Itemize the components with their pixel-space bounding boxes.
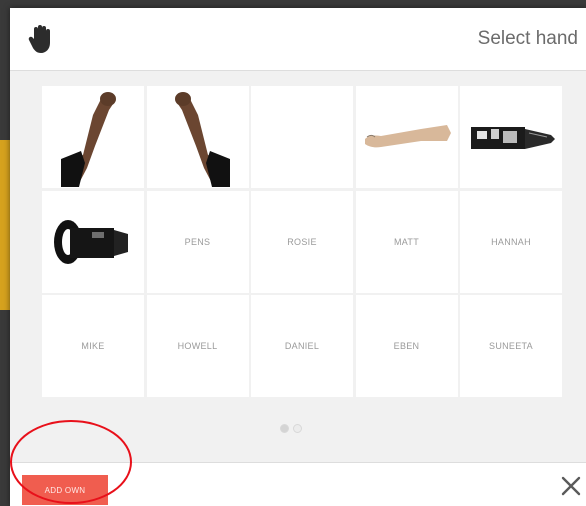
hand-label: ROSIE [287,236,317,247]
hand-cell-rosie[interactable]: ROSIE [251,190,353,293]
pager-dot-2[interactable] [293,424,302,433]
hand-cell-daniel[interactable]: DANIEL [251,295,353,397]
select-hand-modal: Select hand PENS ROSIE MATT HANNAH MIKE … [10,8,586,506]
hand-cell-socket[interactable] [42,190,144,293]
modal-footer: ADD OWN [10,462,586,506]
hand-label: DANIEL [284,341,320,351]
hand-cell-empty[interactable] [251,86,353,188]
hand-grid: PENS ROSIE MATT HANNAH MIKE HOWELL DANIE… [42,86,562,397]
modal-title: Select hand [477,28,578,49]
hand-icon [28,25,50,53]
add-own-button[interactable]: ADD OWN [22,475,108,505]
hand-cell-eben[interactable]: EBEN [355,295,458,397]
hand-cell-prosthetic[interactable] [460,86,562,188]
right-arm-fist-image [174,92,230,187]
hand-label: PENS [184,236,211,247]
hand-label: HOWELL [177,341,218,351]
modal-header: Select hand [10,8,586,71]
hand-cell-matt[interactable]: MATT [355,190,458,293]
hand-cell-mike[interactable]: MIKE [42,295,144,397]
hand-cell-hannah[interactable]: HANNAH [460,190,562,293]
hand-cell-pens[interactable]: PENS [146,190,249,293]
hand-cell-forearm[interactable] [355,86,458,188]
hand-cell-howell[interactable]: HOWELL [146,295,249,397]
hand-label: HANNAH [491,236,531,247]
hand-cell-right-arm[interactable] [146,86,249,188]
hand-label: MIKE [81,341,105,351]
hand-cell-suneeta[interactable]: SUNEETA [460,295,562,397]
prosthetic-hand-image [471,127,555,149]
hand-label: SUNEETA [489,341,533,351]
hand-label: MATT [393,236,420,247]
hand-label: EBEN [393,341,420,351]
pager [280,424,302,433]
left-arm-fist-image [61,92,116,187]
pager-dot-1[interactable] [280,424,289,433]
hand-cell-left-arm[interactable] [42,86,144,188]
forearm-horizontal-image [364,125,451,148]
close-icon[interactable] [560,475,582,497]
prosthetic-socket-image [54,219,128,264]
